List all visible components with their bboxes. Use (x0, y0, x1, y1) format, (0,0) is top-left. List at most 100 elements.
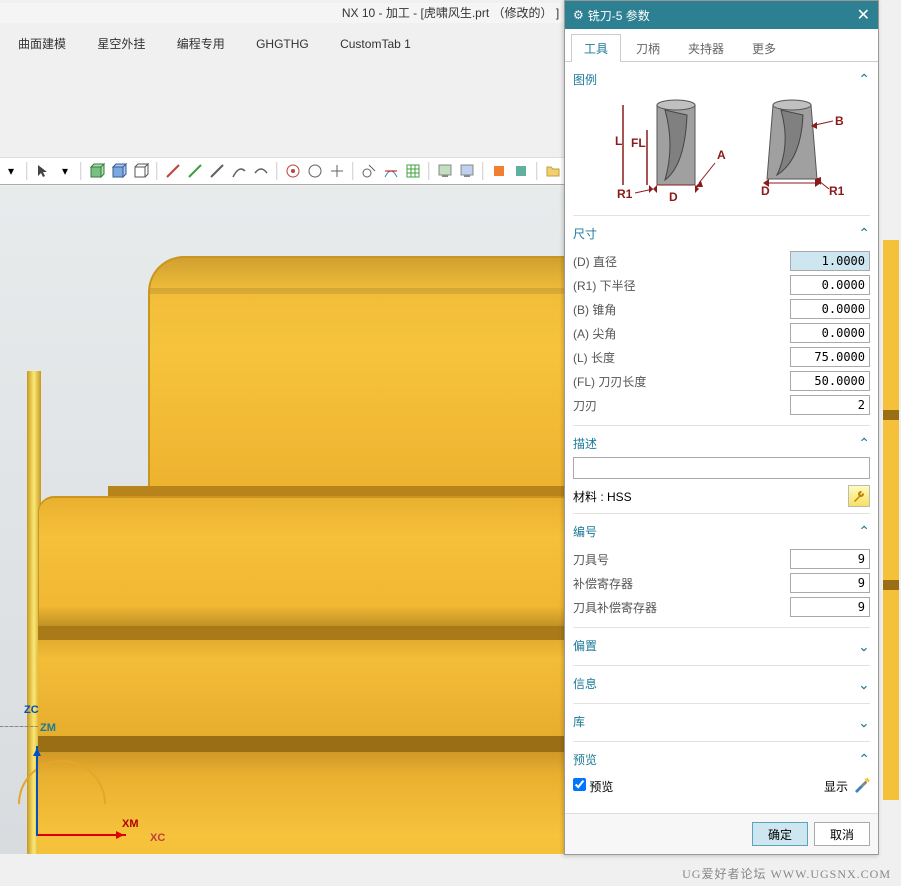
tab-tool[interactable]: 工具 (571, 34, 621, 62)
dialog-body: 图例 ⌃ L FL R1 D A (565, 62, 878, 813)
svg-text:R1: R1 (617, 187, 633, 201)
render1-icon[interactable] (436, 162, 454, 180)
cancel-button[interactable]: 取消 (814, 822, 870, 846)
section-numbers-header[interactable]: 编号 ⌃ (573, 520, 870, 545)
line3-icon[interactable] (208, 162, 226, 180)
cube-blue-icon[interactable] (110, 162, 128, 180)
svg-text:A: A (717, 148, 726, 162)
section-info: 信息 ⌃ (573, 666, 870, 704)
menu-item-2[interactable]: 编程专用 (163, 30, 239, 58)
section-description-header[interactable]: 描述 ⌃ (573, 432, 870, 457)
right-margin (879, 0, 901, 886)
circle-point-icon[interactable] (284, 162, 302, 180)
section-numbers: 编号 ⌃ 刀具号 补偿寄存器 刀具补偿寄存器 (573, 514, 870, 628)
material-label: 材料 : HSS (573, 488, 632, 505)
param-tip-angle-input[interactable] (790, 323, 870, 343)
menu-item-1[interactable]: 星空外挂 (83, 30, 159, 58)
tool-dropdown-icon[interactable]: ▾ (2, 162, 20, 180)
cube-wire-icon[interactable] (132, 162, 150, 180)
tab-more[interactable]: 更多 (739, 34, 789, 62)
chevron-up-icon: ⌃ (858, 435, 870, 452)
svg-text:D: D (669, 190, 678, 204)
arc2-icon[interactable] (252, 162, 270, 180)
tab-shank[interactable]: 刀柄 (623, 34, 673, 62)
svg-text:B: B (835, 114, 844, 128)
close-icon[interactable]: ✕ (857, 5, 870, 25)
svg-text:FL: FL (631, 136, 646, 150)
menu-item-3[interactable]: GHGTHG (242, 30, 323, 58)
legend-diagram: L FL R1 D A B D R1 (587, 95, 857, 205)
point-icon[interactable] (328, 162, 346, 180)
param-length-input[interactable] (790, 347, 870, 367)
section-legend-header[interactable]: 图例 ⌃ (573, 68, 870, 93)
section-library: 库 ⌃ (573, 704, 870, 742)
chevron-down-icon: ⌃ (858, 637, 870, 654)
cube-green-icon[interactable] (88, 162, 106, 180)
arc-icon[interactable] (230, 162, 248, 180)
cutcom-register-label: 刀具补偿寄存器 (573, 599, 657, 616)
folder1-icon[interactable] (544, 162, 562, 180)
tab-holder[interactable]: 夹持器 (675, 34, 737, 62)
axis-zc-label: ZC (24, 704, 39, 716)
color1-icon[interactable] (490, 162, 508, 180)
section-preview: 预览 ⌃ 预览 显示 (573, 742, 870, 805)
description-input[interactable] (573, 457, 870, 479)
param-taper-angle-label: (B) 锥角 (573, 301, 616, 318)
axis-xm-label: XM (122, 818, 139, 830)
param-length-label: (L) 长度 (573, 349, 615, 366)
watermark: UG爱好者论坛 WWW.UGSNX.COM (682, 865, 891, 882)
section-dimensions-header[interactable]: 尺寸 ⌃ (573, 222, 870, 247)
cutcom-register-input[interactable] (790, 597, 870, 617)
param-diameter-input[interactable] (790, 251, 870, 271)
csys-triad[interactable]: ZC ZM XM XC (18, 708, 158, 848)
tangent-icon[interactable] (360, 162, 378, 180)
cursor-icon[interactable] (34, 162, 52, 180)
color2-icon[interactable] (512, 162, 530, 180)
chevron-down-icon: ⌃ (858, 713, 870, 730)
param-lower-radius-label: (R1) 下半径 (573, 277, 636, 294)
flashlight-icon (852, 777, 870, 795)
section-info-header[interactable]: 信息 ⌃ (573, 672, 870, 697)
chevron-up-icon: ⌃ (858, 751, 870, 768)
tool-select-ext-icon[interactable]: ▾ (56, 162, 74, 180)
display-button[interactable]: 显示 (824, 777, 870, 795)
line2-icon[interactable] (186, 162, 204, 180)
param-tip-angle-label: (A) 尖角 (573, 325, 616, 342)
section-dimensions: 尺寸 ⌃ (D) 直径 (R1) 下半径 (B) 锥角 (A) 尖角 (L) 长… (573, 216, 870, 426)
tool-number-input[interactable] (790, 549, 870, 569)
param-flutes-input[interactable] (790, 395, 870, 415)
preview-checkbox-label[interactable]: 预览 (573, 778, 613, 795)
wrench-button[interactable] (848, 485, 870, 507)
chevron-up-icon: ⌃ (858, 71, 870, 88)
section-offset-header[interactable]: 偏置 ⌃ (573, 634, 870, 659)
param-diameter-label: (D) 直径 (573, 253, 617, 270)
viewport[interactable]: ZC ZM XM XC (0, 186, 564, 854)
svg-text:R1: R1 (829, 184, 845, 198)
axis-xc-label: XC (150, 832, 165, 844)
section-library-header[interactable]: 库 ⌃ (573, 710, 870, 735)
adjust-register-input[interactable] (790, 573, 870, 593)
section-preview-header[interactable]: 预览 ⌃ (573, 748, 870, 773)
section-offset: 偏置 ⌃ (573, 628, 870, 666)
line1-icon[interactable] (164, 162, 182, 180)
preview-checkbox[interactable] (573, 778, 586, 791)
menu-item-0[interactable]: 曲面建模 (4, 30, 80, 58)
chevron-up-icon: ⌃ (858, 523, 870, 540)
wrench-icon (852, 489, 866, 503)
ok-button[interactable]: 确定 (752, 822, 808, 846)
render2-icon[interactable] (458, 162, 476, 180)
param-taper-angle-input[interactable] (790, 299, 870, 319)
param-lower-radius-input[interactable] (790, 275, 870, 295)
tool-parameters-dialog: ⚙ 铣刀-5 参数 ✕ 工具 刀柄 夹持器 更多 图例 ⌃ (564, 0, 879, 855)
curve-tan-icon[interactable] (382, 162, 400, 180)
circle-icon[interactable] (306, 162, 324, 180)
dialog-title-bar[interactable]: ⚙ 铣刀-5 参数 ✕ (565, 1, 878, 29)
svg-text:L: L (615, 134, 622, 148)
dialog-title: 铣刀-5 参数 (588, 7, 650, 24)
chevron-up-icon: ⌃ (858, 225, 870, 242)
menu-item-4[interactable]: CustomTab 1 (326, 30, 425, 58)
tool-number-label: 刀具号 (573, 551, 609, 568)
grid-green-icon[interactable] (404, 162, 422, 180)
param-flute-length-input[interactable] (790, 371, 870, 391)
axis-zm-label: ZM (40, 722, 56, 734)
